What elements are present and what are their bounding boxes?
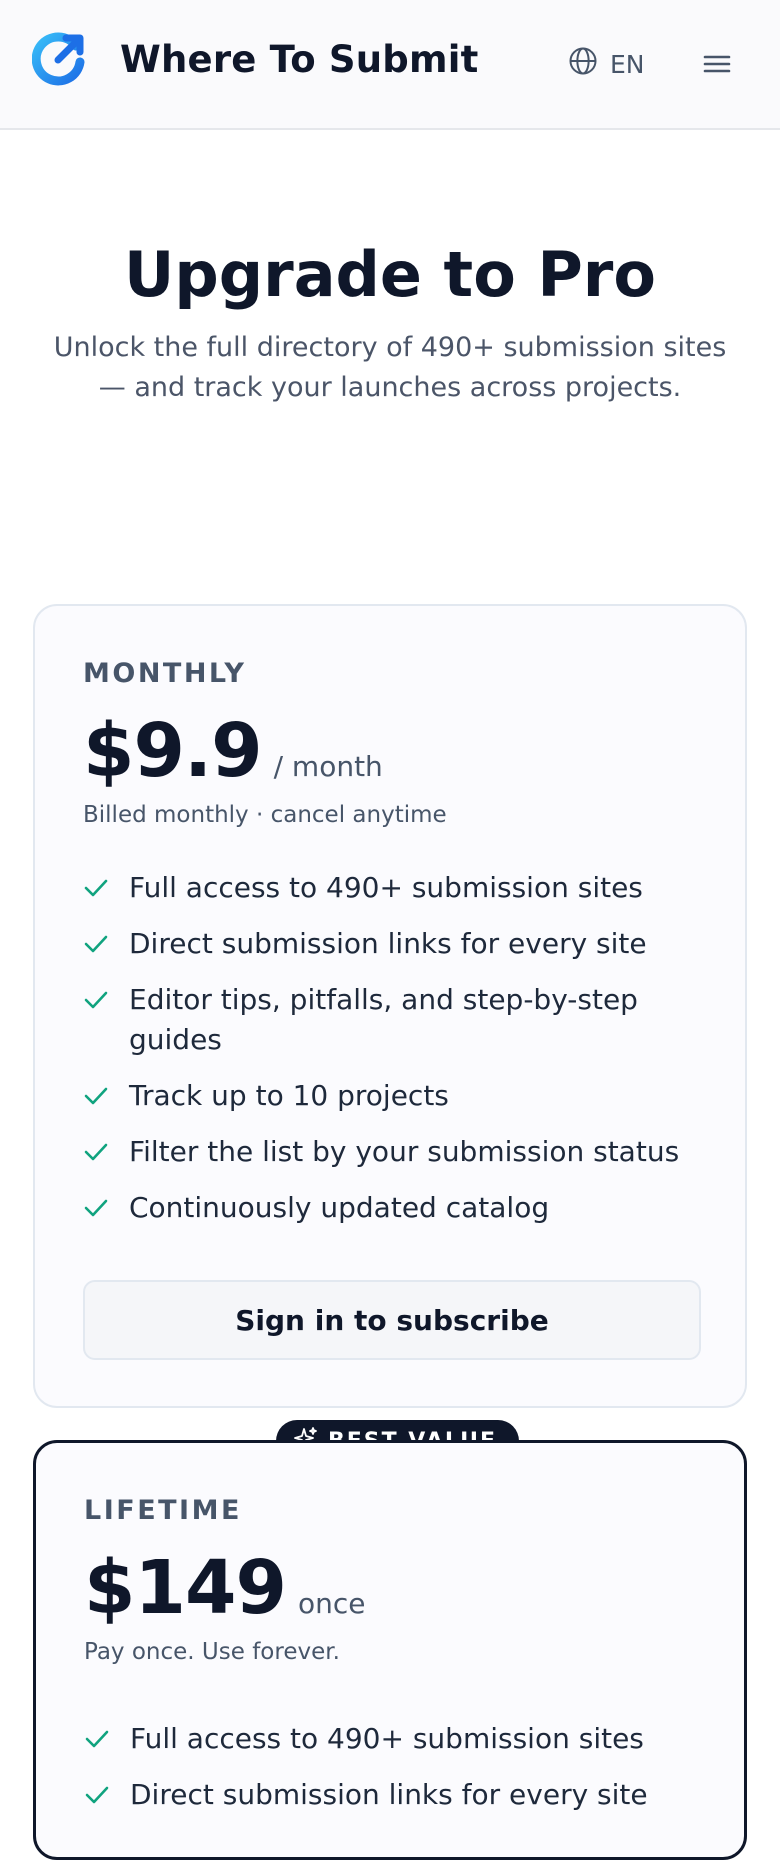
feature-item: Full access to 490+ submission sites (83, 868, 703, 908)
logo-icon[interactable] (31, 30, 88, 86)
language-label: EN (610, 49, 645, 79)
feature-text: Filter the list by your submission statu… (129, 1135, 680, 1168)
feature-text: Editor tips, pitfalls, and step-by-step … (129, 983, 638, 1056)
feature-list: Full access to 490+ submission sites Dir… (83, 868, 703, 1244)
plan-name: LIFETIME (84, 1495, 242, 1526)
feature-item: Filter the list by your submission statu… (83, 1132, 703, 1172)
plan-price: $9.9 (83, 708, 263, 794)
feature-item: Track up to 10 projects (83, 1076, 703, 1116)
price-row: $9.9 / month (83, 708, 383, 794)
feature-item: Continuously updated catalog (83, 1188, 703, 1228)
billing-note: Billed monthly · cancel anytime (83, 802, 447, 828)
feature-item: Full access to 490+ submission sites (84, 1719, 704, 1759)
check-icon (83, 868, 109, 908)
plan-name: MONTHLY (83, 658, 247, 689)
feature-item: Editor tips, pitfalls, and step-by-step … (83, 980, 703, 1060)
feature-item: Direct submission links for every site (84, 1775, 704, 1815)
price-row: $149 once (84, 1545, 365, 1631)
language-switcher[interactable]: EN (568, 44, 645, 84)
lifetime-plan-card: LIFETIME $149 once Pay once. Use forever… (33, 1440, 747, 1860)
top-header: Where To Submit EN (0, 0, 780, 130)
feature-text: Track up to 10 projects (129, 1079, 449, 1112)
feature-text: Continuously updated catalog (129, 1191, 550, 1224)
check-icon (83, 1076, 109, 1116)
check-icon (84, 1775, 110, 1815)
page-title: Upgrade to Pro (124, 238, 656, 311)
check-icon (83, 1188, 109, 1228)
feature-text: Full access to 490+ submission sites (130, 1722, 644, 1755)
plan-period: / month (273, 750, 383, 783)
feature-item: Direct submission links for every site (83, 924, 703, 964)
monthly-plan-card: MONTHLY $9.9 / month Billed monthly · ca… (33, 604, 747, 1408)
feature-text: Direct submission links for every site (129, 927, 647, 960)
feature-text: Direct submission links for every site (130, 1778, 648, 1811)
pricing-section: Upgrade to Pro Unlock the full directory… (0, 130, 780, 1860)
plan-price: $149 (84, 1545, 287, 1631)
hamburger-menu-icon[interactable] (700, 48, 734, 80)
brand-name[interactable]: Where To Submit (120, 38, 479, 81)
sign-in-to-subscribe-button[interactable]: Sign in to subscribe (83, 1280, 701, 1360)
billing-note: Pay once. Use forever. (84, 1639, 340, 1665)
feature-list: Full access to 490+ submission sites Dir… (84, 1719, 704, 1831)
check-icon (84, 1719, 110, 1759)
page-subtitle: Unlock the full directory of 490+ submis… (53, 332, 727, 403)
check-icon (83, 980, 109, 1020)
plan-period: once (297, 1587, 366, 1620)
check-icon (83, 924, 109, 964)
check-icon (83, 1132, 109, 1172)
globe-icon (568, 46, 598, 82)
feature-text: Full access to 490+ submission sites (129, 871, 643, 904)
